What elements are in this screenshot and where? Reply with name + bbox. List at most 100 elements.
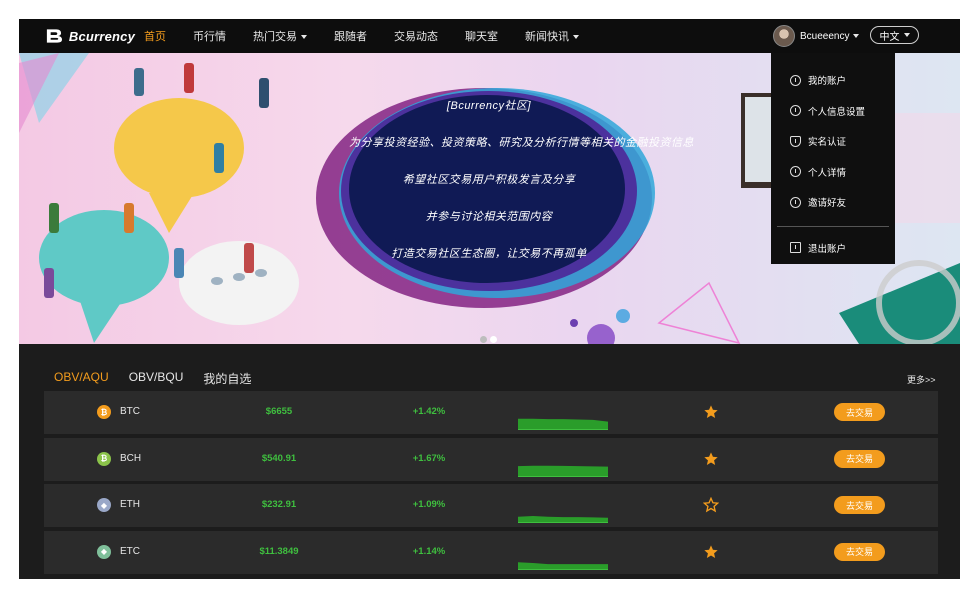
trade-button[interactable]: 去交易 (834, 542, 885, 561)
table-row: ₿ BTC $6655 +1.42% 去交易 (44, 391, 938, 434)
price-change: +1.14% (412, 545, 446, 557)
menu-item-label: 个人信息设置 (808, 106, 866, 118)
shield-check-icon (790, 135, 801, 147)
avatar (773, 25, 795, 47)
menu-item[interactable]: 个人详情 (771, 157, 895, 188)
info-circle-icon (790, 74, 801, 86)
market-tab[interactable]: OBV/BQU (129, 370, 184, 387)
trade-button[interactable]: 去交易 (834, 449, 885, 468)
bitcoin-icon: ₿ (97, 405, 111, 419)
menu-item-label: 邀请好友 (808, 198, 847, 210)
menu-divider (777, 225, 889, 227)
market-table: ₿ BTC $6655 +1.42% 去交易 ₿ BCH $540.91 +1.67% 去交易 ◆ E… (44, 391, 938, 577)
user-circle-icon (790, 105, 801, 117)
more-link[interactable]: 更多>> (907, 373, 936, 386)
menu-item-label: 个人详情 (808, 167, 847, 179)
nav-item-0[interactable]: 首页 (144, 28, 166, 44)
app-window: Bcurrency 首页 币行情 热门交易 跟随者 交易动态 聊天室 新闻快讯 Bcueee… (19, 19, 960, 579)
nav-item-label: 聊天室 (465, 31, 498, 43)
menu-item-label: 实名认证 (808, 137, 847, 149)
coin-price: $232.91 (261, 499, 297, 510)
user-dropdown-menu: 我的账户个人信息设置 实名认证个人详情邀请好友退出账户 (771, 53, 895, 264)
banner-line: 希望社区交易用户积极发言及分享 (402, 174, 576, 186)
menu-item[interactable]: 实名认证 (771, 126, 895, 157)
language-selector[interactable]: 中文 (870, 26, 919, 44)
menu-item-label: 我的账户 (808, 76, 847, 88)
nav-menu: 首页 币行情 热门交易 跟随者 交易动态 聊天室 新闻快讯 (144, 28, 606, 44)
top-navbar: Bcurrency 首页 币行情 热门交易 跟随者 交易动态 聊天室 新闻快讯 Bcueee… (19, 19, 960, 53)
coin-symbol: BTC (120, 406, 140, 417)
username: Bcueeency (800, 30, 850, 42)
sparkline-area (518, 465, 608, 477)
logo-icon (46, 29, 63, 43)
market-tab[interactable]: 我的自选 (203, 370, 251, 387)
nav-item-label: 新闻快讯 (525, 31, 569, 43)
chevron-down-icon (573, 35, 579, 40)
sparkline-chart (518, 516, 608, 523)
nav-item-2[interactable]: 热门交易 (253, 28, 307, 44)
star-filled-icon[interactable] (703, 544, 719, 560)
price-change: +1.09% (412, 499, 446, 510)
sparkline-area (518, 418, 608, 430)
nav-item-1[interactable]: 币行情 (193, 28, 226, 44)
nav-item-4[interactable]: 交易动态 (394, 28, 438, 44)
price-change: +1.42% (412, 406, 446, 417)
ethereum-icon: ◆ (97, 498, 111, 512)
logout-icon (790, 242, 801, 254)
ethereum-classic-icon: ◆ (97, 544, 111, 559)
banner-line: 为分享投资经验、投资策略、研究及分析行情等相关的金融投资信息 (349, 137, 694, 149)
price-change: +1.67% (412, 452, 446, 464)
info-circle-icon (790, 166, 801, 178)
menu-item[interactable]: 我的账户 (771, 65, 895, 96)
banner-line: [Bcurrency社区] (446, 100, 532, 112)
user-menu-toggle[interactable]: Bcueeency (773, 25, 860, 47)
nav-item-label: 交易动态 (394, 31, 438, 43)
nav-item-label: 币行情 (193, 31, 226, 43)
chevron-down-icon (853, 34, 860, 38)
carousel-dots (480, 336, 500, 343)
carousel-dot[interactable] (480, 336, 487, 343)
star-outline-icon[interactable] (703, 497, 719, 513)
coin-symbol: ETC (120, 545, 140, 557)
nav-item-5[interactable]: 聊天室 (465, 28, 498, 44)
nav-item-3[interactable]: 跟随者 (334, 28, 367, 44)
banner-line: 打造交易社区生态圈，让交易不再孤单 (391, 248, 587, 260)
market-tabs: OBV/AQU OBV/BQU 我的自选 (54, 370, 271, 387)
info-circle-icon (790, 196, 801, 208)
sparkline-chart (518, 561, 608, 570)
coin-price: $6655 (265, 406, 293, 417)
market-tab[interactable]: OBV/AQU (54, 370, 109, 387)
sparkline-area (518, 516, 608, 523)
table-row: ₿ BCH $540.91 +1.67% 去交易 (44, 437, 938, 481)
coin-price: $11.3849 (259, 545, 299, 557)
nav-item-label: 首页 (144, 31, 166, 43)
menu-item-label: 退出账户 (808, 243, 847, 255)
sparkline-chart (518, 465, 608, 477)
nav-item-6[interactable]: 新闻快讯 (525, 28, 579, 44)
chevron-down-icon (301, 35, 307, 40)
coin-symbol: BCH (120, 452, 142, 464)
logo[interactable]: Bcurrency (45, 27, 135, 45)
language-label: 中文 (879, 31, 900, 43)
menu-item[interactable]: 退出账户 (771, 233, 895, 264)
banner-line: 并参与讨论相关范围内容 (425, 211, 553, 223)
banner-text: [Bcurrency社区] 为分享投资经验、投资策略、研究及分析行情等相关的金融投… (349, 97, 694, 282)
chevron-down-icon (903, 33, 910, 37)
sparkline-chart (518, 418, 608, 430)
carousel-dot[interactable] (490, 336, 497, 343)
trade-button[interactable]: 去交易 (834, 403, 885, 421)
menu-item[interactable]: 邀请好友 (771, 187, 895, 218)
table-row: ◆ ETH $232.91 +1.09% 去交易 (44, 484, 938, 527)
bitcoin-cash-icon: ₿ (97, 451, 111, 466)
coin-price: $540.91 (261, 452, 297, 464)
nav-item-label: 跟随者 (334, 31, 367, 43)
star-filled-icon[interactable] (703, 404, 719, 420)
trade-button[interactable]: 去交易 (834, 496, 885, 514)
star-filled-icon[interactable] (703, 451, 719, 467)
table-row: ◆ ETC $11.3849 +1.14% 去交易 (44, 530, 938, 574)
logo-text: Bcurrency (68, 28, 135, 44)
nav-item-label: 热门交易 (253, 31, 297, 43)
menu-item[interactable]: 个人信息设置 (771, 96, 895, 127)
coin-symbol: ETH (120, 499, 140, 510)
sparkline-area (518, 561, 608, 570)
